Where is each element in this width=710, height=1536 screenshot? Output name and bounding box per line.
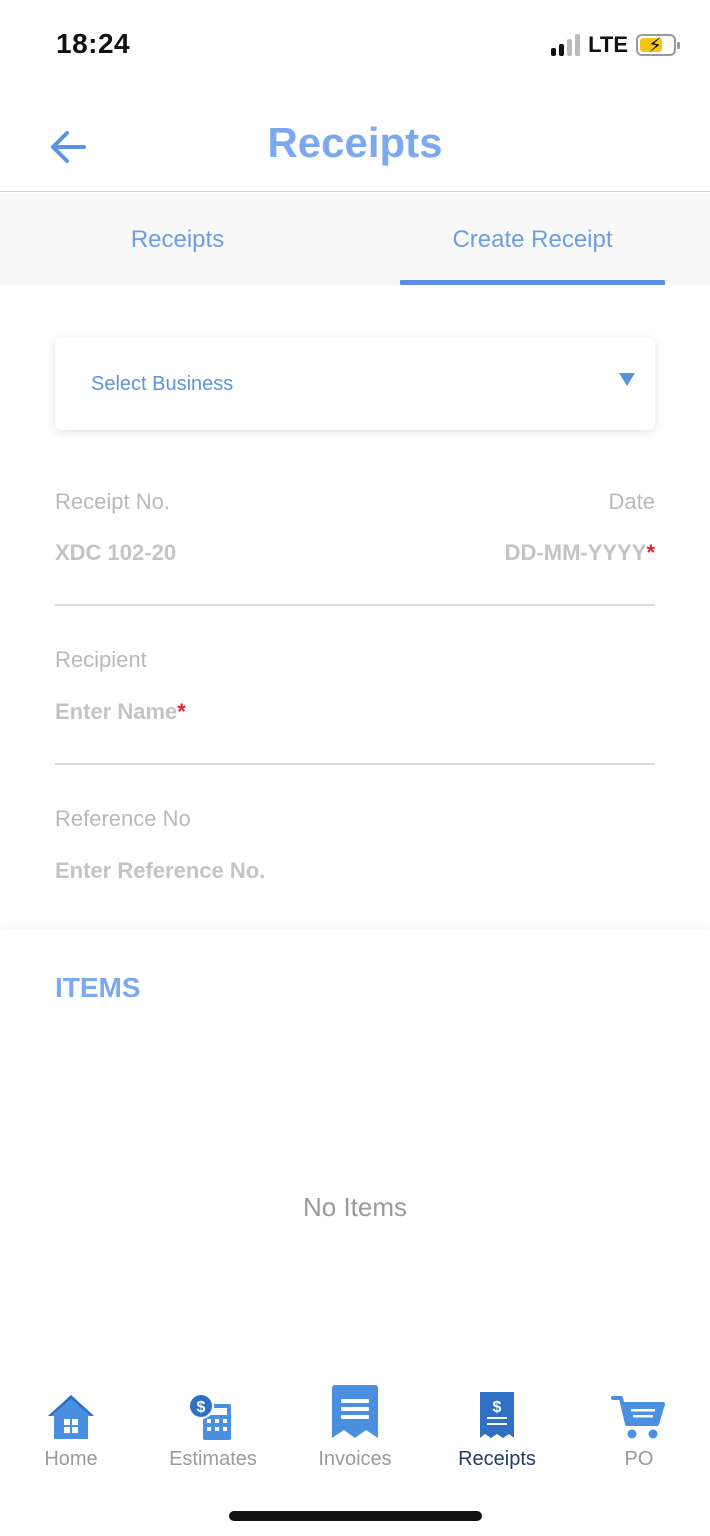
date-field[interactable]: DD-MM-YYYY* — [505, 540, 655, 566]
invoices-icon — [284, 1385, 426, 1442]
home-icon — [0, 1392, 142, 1442]
divider — [55, 763, 655, 765]
recipient-name-field[interactable]: Enter Name* — [55, 699, 186, 725]
receipt-no-label: Receipt No. — [55, 489, 170, 514]
date-placeholder: DD-MM-YYYY — [504, 540, 647, 565]
cart-icon — [568, 1392, 710, 1442]
receipts-icon: $ — [426, 1392, 568, 1442]
battery-icon: ⚡ — [636, 34, 680, 57]
svg-text:$: $ — [197, 1399, 206, 1416]
nav-label: Estimates — [169, 1448, 257, 1470]
status-indicators: LTE ⚡ — [551, 32, 680, 58]
app-header: Receipts — [0, 95, 710, 192]
network-label: LTE — [588, 32, 628, 57]
active-tab-indicator — [400, 280, 665, 285]
business-select-placeholder: Select Business — [91, 373, 234, 395]
recipient-label: Recipient — [55, 647, 147, 672]
receipt-no-field[interactable]: XDC 102-20 — [55, 540, 176, 566]
nav-label: PO — [624, 1448, 654, 1470]
svg-text:$: $ — [493, 1399, 502, 1416]
nav-po[interactable]: PO — [568, 1392, 710, 1470]
nav-home[interactable]: Home — [0, 1392, 142, 1470]
reference-no-field[interactable]: Enter Reference No. — [55, 858, 265, 884]
divider — [55, 604, 655, 606]
bottom-nav: Home $ Estimates Invoices $ Receipts PO — [0, 1385, 710, 1482]
nav-invoices[interactable]: Invoices — [284, 1385, 426, 1470]
tab-receipts[interactable]: Receipts — [0, 193, 355, 285]
status-time: 18:24 — [56, 28, 131, 59]
required-mark: * — [177, 699, 186, 724]
tab-label: Receipts — [130, 226, 225, 253]
recipient-placeholder: Enter Name — [55, 699, 178, 724]
business-select[interactable]: Select Business — [55, 338, 655, 430]
home-indicator[interactable] — [229, 1511, 482, 1521]
empty-items-message: No Items — [302, 1192, 408, 1222]
tab-bar: Receipts Create Receipt — [0, 193, 710, 285]
tab-label: Create Receipt — [452, 226, 613, 253]
estimates-icon: $ — [142, 1392, 284, 1442]
dropdown-arrow-icon — [619, 373, 635, 386]
reference-no-label: Reference No — [55, 806, 191, 831]
tab-create-receipt[interactable]: Create Receipt — [355, 193, 710, 285]
status-bar: 18:24 LTE ⚡ — [0, 0, 710, 90]
date-label: Date — [608, 489, 655, 514]
items-section: ITEMS No Items — [0, 930, 710, 1390]
nav-label: Receipts — [458, 1448, 536, 1470]
signal-icon — [551, 34, 581, 56]
nav-label: Invoices — [318, 1448, 392, 1470]
page-title: Receipts — [267, 119, 443, 166]
items-title: ITEMS — [55, 972, 141, 1003]
nav-receipts[interactable]: $ Receipts — [426, 1392, 568, 1470]
required-mark: * — [646, 540, 655, 565]
nav-label: Home — [44, 1448, 98, 1470]
nav-estimates[interactable]: $ Estimates — [142, 1392, 284, 1470]
